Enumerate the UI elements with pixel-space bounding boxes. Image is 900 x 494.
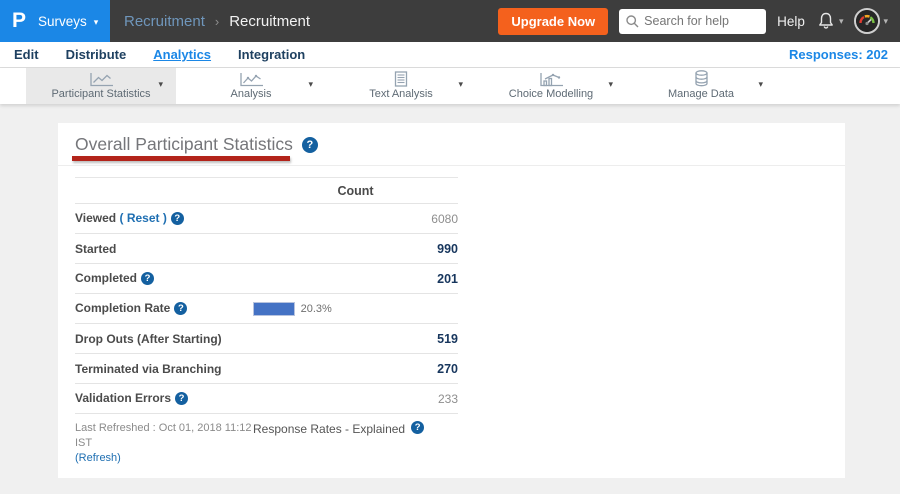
- surveys-menu[interactable]: P Surveys ▾: [0, 0, 110, 42]
- toolbar-item-choice-modelling[interactable]: Choice Modelling ▾: [476, 68, 626, 104]
- nav-items: Edit Distribute Analytics Integration: [14, 47, 305, 62]
- trend-chart-icon: [239, 72, 264, 87]
- row-label: Drop Outs (After Starting): [75, 331, 222, 346]
- row-value: 201: [437, 271, 458, 286]
- surveys-menu-label: Surveys: [38, 13, 87, 29]
- avatar: [854, 8, 881, 34]
- upgrade-now-button[interactable]: Upgrade Now: [498, 7, 609, 35]
- chevron-down-icon: ▾: [93, 16, 99, 27]
- table-row: Drop Outs (After Starting) 519: [75, 324, 458, 354]
- help-icon[interactable]: ?: [411, 421, 425, 434]
- table-row: Completed? 201: [75, 264, 458, 294]
- table-row: Completion Rate? 20.3%: [75, 294, 458, 324]
- count-column-header: Count: [337, 183, 374, 198]
- table-body: Viewed ( Reset )? 6080 Started 990 Completed…: [75, 204, 458, 414]
- chevron-down-icon: ▾: [308, 79, 313, 89]
- help-icon[interactable]: ?: [175, 392, 189, 405]
- notifications-button[interactable]: ▾: [816, 11, 844, 31]
- gauge-avatar-icon: [856, 10, 879, 32]
- chevron-down-icon: ▾: [758, 79, 763, 89]
- page-title: Overall Participant Statistics ?: [75, 134, 318, 155]
- survey-nav: Edit Distribute Analytics Integration Respo…: [0, 42, 900, 68]
- table-row: Terminated via Branching 270: [75, 354, 458, 384]
- database-icon: [693, 70, 710, 87]
- completion-rate-bar: 20.3%: [253, 301, 458, 316]
- table-row: Validation Errors? 233: [75, 384, 458, 414]
- bell-icon: [819, 12, 833, 29]
- breadcrumb-parent[interactable]: Recruitment: [124, 13, 205, 30]
- table-row: Started 990: [75, 234, 458, 264]
- breadcrumb: Recruitment › Recruitment: [124, 13, 310, 30]
- toolbar-item-analysis[interactable]: Analysis ▾: [176, 68, 326, 104]
- toolbar-item-text-analysis[interactable]: Text Analysis ▾: [326, 68, 476, 104]
- row-value: 519: [437, 331, 458, 346]
- help-icon[interactable]: ?: [141, 272, 155, 285]
- responses-count[interactable]: Responses: 202: [789, 47, 900, 62]
- search-icon: [626, 14, 639, 27]
- toolbar-item-participant-statistics[interactable]: Participant Statistics ▾: [26, 68, 176, 104]
- red-underline-annotation: [72, 156, 290, 161]
- bar-fill: [253, 301, 295, 316]
- nav-item-integration[interactable]: Integration: [238, 47, 305, 62]
- toolbar-item-label: Text Analysis: [369, 88, 433, 100]
- response-rates-explained-label: Response Rates - Explained: [253, 422, 406, 436]
- row-value: 270: [437, 361, 458, 376]
- refresh-link[interactable]: (Refresh): [75, 452, 121, 464]
- row-label: Viewed: [75, 211, 117, 225]
- toolbar-item-label: Participant Statistics: [51, 88, 151, 100]
- line-chart-icon: [89, 72, 114, 87]
- row-label: Terminated via Branching: [75, 361, 222, 376]
- chevron-down-icon: ▾: [158, 79, 163, 89]
- model-chart-icon: [539, 72, 564, 87]
- help-icon[interactable]: ?: [301, 136, 318, 153]
- account-menu[interactable]: ▾: [854, 8, 888, 34]
- row-label: Validation Errors: [75, 391, 172, 405]
- chevron-down-icon: ▾: [838, 15, 844, 26]
- reset-link[interactable]: ( Reset ): [119, 211, 166, 225]
- help-icon[interactable]: ?: [174, 302, 188, 315]
- participant-stats-table: Count Viewed ( Reset )? 6080 Started 990 Com…: [75, 177, 458, 414]
- nav-item-analytics[interactable]: Analytics: [153, 47, 211, 62]
- row-value: 233: [437, 391, 458, 406]
- toolbar-item-label: Analysis: [230, 88, 272, 100]
- row-label: Completed: [75, 271, 138, 285]
- last-refreshed-text: Last Refreshed : Oct 01, 2018 11:12 IST: [75, 422, 252, 449]
- chevron-down-icon: ▾: [883, 15, 888, 26]
- divider: [58, 165, 845, 166]
- toolbar-item-manage-data[interactable]: Manage Data ▾: [626, 68, 776, 104]
- chevron-down-icon: ▾: [608, 79, 613, 89]
- chevron-down-icon: ▾: [458, 79, 463, 89]
- content-card: Overall Participant Statistics ? Count V…: [58, 123, 845, 478]
- help-link[interactable]: Help: [777, 14, 805, 29]
- analytics-toolbar: Participant Statistics ▾ Analysis ▾ Text Ana…: [0, 68, 900, 104]
- row-value: 990: [437, 241, 458, 256]
- page-title-text: Overall Participant Statistics: [75, 134, 293, 154]
- nav-item-distribute[interactable]: Distribute: [66, 47, 127, 62]
- breadcrumb-current: Recruitment: [229, 12, 311, 30]
- help-icon[interactable]: ?: [170, 212, 184, 225]
- nav-item-edit[interactable]: Edit: [14, 47, 39, 62]
- bar-label: 20.3%: [300, 302, 332, 315]
- document-icon: [393, 71, 409, 87]
- table-row: Viewed ( Reset )? 6080: [75, 204, 458, 234]
- questionpro-logo: P: [12, 9, 27, 32]
- table-header-row: Count: [75, 178, 458, 204]
- help-search: [619, 8, 767, 34]
- row-label: Started: [75, 241, 117, 256]
- top-header: P Surveys ▾ Recruitment › Recruitment Up…: [0, 0, 900, 42]
- search-input[interactable]: [619, 8, 767, 34]
- breadcrumb-separator-icon: ›: [214, 13, 220, 29]
- toolbar-item-label: Manage Data: [667, 88, 735, 100]
- row-label: Completion Rate: [75, 301, 171, 315]
- table-footer: Last Refreshed : Oct 01, 2018 11:12 IST …: [75, 421, 495, 466]
- row-value: 6080: [431, 211, 458, 226]
- toolbar-item-label: Choice Modelling: [508, 88, 594, 100]
